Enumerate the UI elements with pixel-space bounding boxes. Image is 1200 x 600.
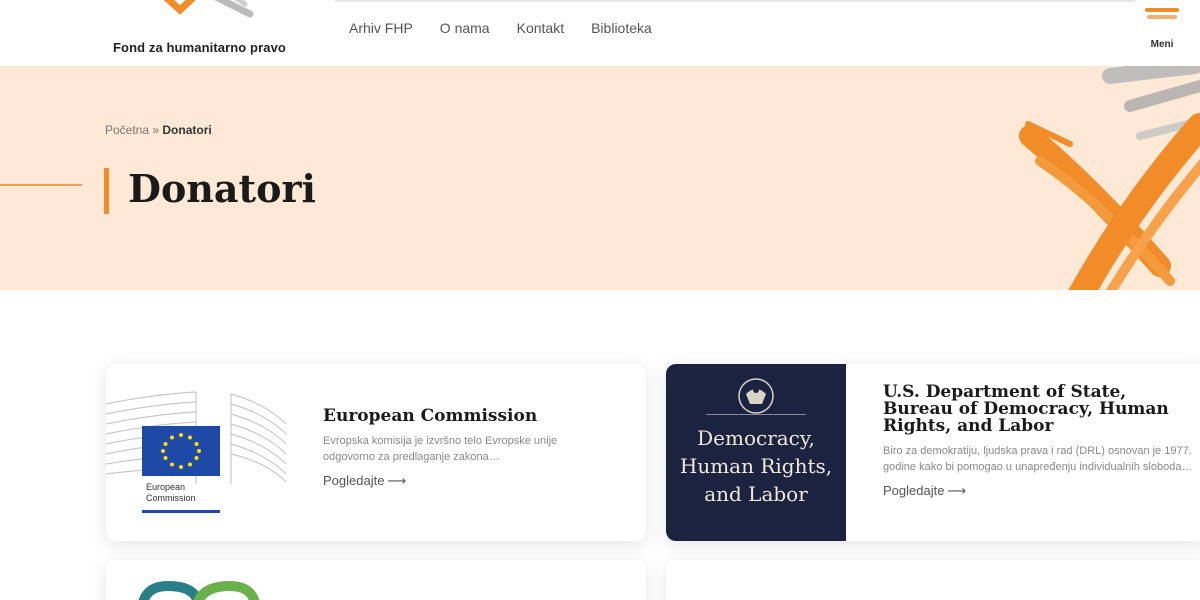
view-link-label: Pogledajte [883, 483, 945, 498]
nav-link-kontakt[interactable]: Kontakt [517, 20, 564, 36]
card-description: Biro za demokratiju, ljudska prava i rad… [883, 445, 1193, 473]
donor-card-us-state-drl[interactable]: Democracy, Human Rights, and Labor U.S. … [666, 364, 1200, 541]
breadcrumb-current: Donatori [162, 123, 212, 137]
breadcrumb: Početna » Donatori [105, 123, 212, 137]
title-accent-bar [104, 168, 109, 214]
menu-button[interactable]: Meni [1140, 8, 1184, 50]
arrow-right-icon: ⟶ [387, 473, 407, 488]
logo-text[interactable]: Fond za humanitarno pravo [113, 40, 286, 55]
view-link-label: Pogledajte [323, 473, 385, 488]
card-description: Evropska komisija je izvršno telo Evrops… [323, 435, 558, 463]
us-seal-icon [738, 378, 774, 414]
ec-logo-caption-1: European [146, 482, 185, 492]
view-link[interactable]: Pogledajte ⟶ [883, 483, 966, 499]
breadcrumb-separator: » [149, 123, 163, 137]
brush-x-decoration [1019, 66, 1200, 290]
drl-logo-line-2: Human Rights, [679, 454, 833, 478]
breadcrumb-home[interactable]: Početna [105, 123, 149, 137]
donor-card-european-commission[interactable]: European Commission European Commission … [106, 364, 646, 541]
page-hero: Početna » Donatori Donatori [0, 66, 1200, 290]
ec-logo-caption-2: Commission [146, 493, 196, 503]
partial-donor-logo [138, 580, 260, 600]
hero-accent-line [0, 184, 82, 186]
drl-logo-line-3: and Labor [704, 482, 808, 506]
drl-logo-line-1: Democracy, [697, 426, 815, 450]
nav-link-o-nama[interactable]: O nama [440, 20, 490, 36]
card-title[interactable]: European Commission [323, 408, 603, 425]
donor-card-partial-1[interactable] [106, 560, 646, 600]
drl-logo-text: Democracy, Human Rights, and Labor [666, 424, 846, 508]
hamburger-icon [1145, 8, 1179, 19]
view-link[interactable]: Pogledajte ⟶ [323, 473, 406, 489]
logo-icon[interactable] [155, 0, 265, 20]
nav-link-arhiv[interactable]: Arhiv FHP [349, 20, 413, 36]
arrow-right-icon: ⟶ [947, 483, 967, 498]
card-body: U.S. Department of State, Bureau of Demo… [883, 384, 1193, 500]
donor-card-partial-2[interactable] [666, 560, 1200, 600]
nav-link-biblioteka[interactable]: Biblioteka [591, 20, 652, 36]
header-divider [335, 0, 1135, 2]
card-body: European Commission Evropska komisija je… [323, 408, 603, 490]
page-title: Donatori [128, 166, 316, 211]
drl-logo: Democracy, Human Rights, and Labor [666, 364, 846, 541]
menu-label: Meni [1150, 39, 1174, 50]
card-title[interactable]: U.S. Department of State, Bureau of Demo… [883, 384, 1193, 435]
main-nav: Arhiv FHP O nama Kontakt Biblioteka [349, 20, 679, 36]
european-commission-logo: European Commission [106, 391, 287, 513]
site-header: Fond za humanitarno pravo Arhiv FHP O na… [0, 0, 1200, 66]
logo-divider [706, 414, 806, 415]
